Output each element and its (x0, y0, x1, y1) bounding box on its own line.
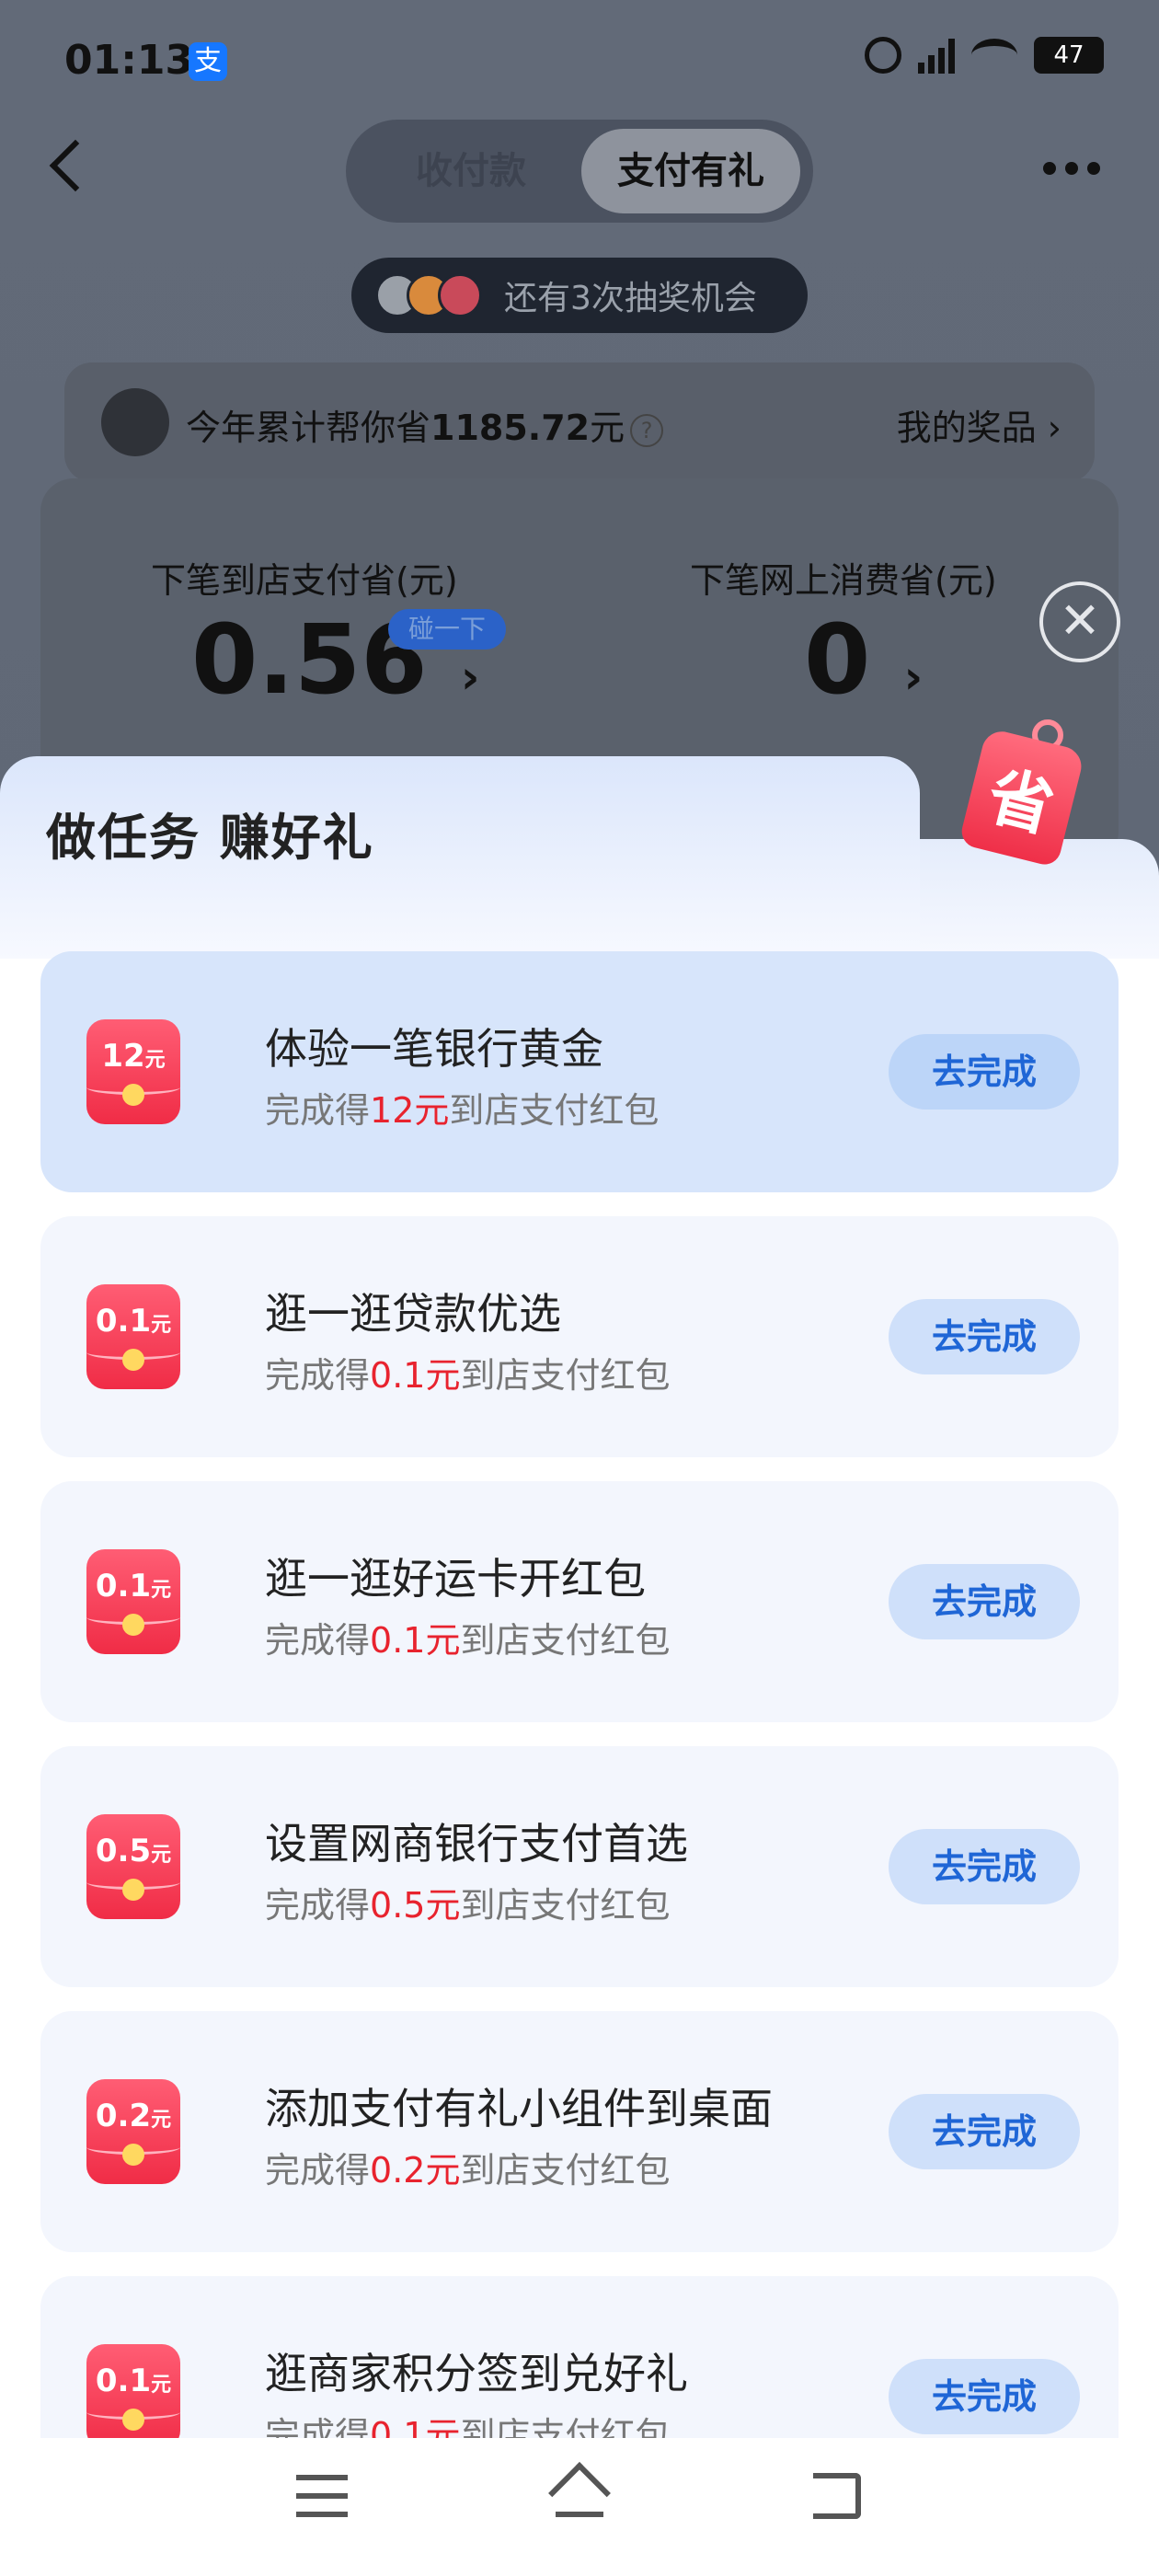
red-packet-icon: 0.5元 (86, 1814, 180, 1919)
tab-pay-rewards[interactable]: 支付有礼 (581, 129, 800, 213)
reward-amount: 12元 (370, 1090, 450, 1131)
reward-amount: 0.2元 (370, 2150, 461, 2191)
reward-amount: 0.5元 (370, 1885, 461, 1926)
task-reward-text: 完成得0.5元到店支付红包 (265, 1877, 670, 1927)
reward-prefix: 完成得 (265, 1620, 371, 1661)
tag-body: 省 (958, 727, 1086, 868)
reward-prefix: 完成得 (265, 1090, 371, 1131)
battery-icon: 47 (1034, 37, 1104, 74)
go-complete-button[interactable]: 去完成 (889, 1564, 1080, 1639)
badge-number: 0.1 (95, 1568, 152, 1604)
badge-number: 12 (101, 1038, 145, 1075)
reward-prefix: 完成得 (265, 2150, 371, 2191)
tab-receive-pay[interactable]: 收付款 (362, 129, 580, 213)
go-complete-button[interactable]: 去完成 (889, 2359, 1080, 2434)
task-card[interactable]: 0.2元 添加支付有礼小组件到桌面 完成得0.2元到店支付红包 去完成 (40, 2011, 1119, 2252)
badge-number: 0.2 (95, 2098, 152, 2134)
badge-unit: 元 (151, 1579, 172, 1602)
reward-suffix: 到店支付红包 (460, 1355, 671, 1396)
task-sheet: 做任务 赚好礼 省 12元 体验一笔银行黄金 完成得12元到店支付红包 去完成 … (0, 719, 1159, 2576)
badge-number: 0.5 (95, 1833, 152, 1869)
status-bar: 01:13 支 47 (0, 0, 1159, 120)
reward-prefix: 完成得 (265, 1885, 371, 1926)
task-title: 体验一笔银行黄金 (265, 1024, 603, 1074)
task-title: 逛一逛好运卡开红包 (265, 1554, 646, 1604)
task-title: 设置网商银行支付首选 (265, 1819, 688, 1869)
badge-unit: 元 (151, 1844, 172, 1867)
savings-text: 今年累计帮你省1185.72元? (186, 399, 664, 450)
badge-unit: 元 (151, 2109, 172, 2132)
close-icon[interactable]: ✕ (1039, 581, 1120, 662)
task-title: 逛商家积分签到兑好礼 (265, 2349, 688, 2398)
task-title: 逛一逛贷款优选 (265, 1289, 561, 1339)
store-savings-label: 下笔到店支付省(元) (151, 560, 458, 601)
task-card[interactable]: 0.5元 设置网商银行支付首选 完成得0.5元到店支付红包 去完成 (40, 1746, 1119, 1987)
tap-badge: 碰一下 (388, 609, 506, 650)
back-nav-icon[interactable] (813, 2473, 861, 2519)
red-packet-icon: 0.1元 (86, 2344, 180, 2449)
go-complete-button[interactable]: 去完成 (889, 1034, 1080, 1110)
go-complete-button[interactable]: 去完成 (889, 1829, 1080, 1904)
savings-prefix: 今年累计帮你省 (186, 408, 431, 448)
help-icon[interactable]: ? (630, 413, 664, 447)
alipay-icon: 支 (189, 42, 227, 81)
avatar (101, 388, 169, 456)
chevron-right-icon: › (903, 650, 924, 704)
badge-number: 0.1 (95, 1303, 152, 1340)
status-icons: 47 (865, 37, 1104, 74)
tab-switcher: 收付款 支付有礼 (346, 120, 813, 223)
badge-number: 0.1 (95, 2363, 152, 2399)
task-title: 添加支付有礼小组件到桌面 (265, 2084, 773, 2133)
reward-suffix: 到店支付红包 (460, 1885, 671, 1926)
reward-suffix: 到店支付红包 (460, 1620, 671, 1661)
task-card[interactable]: 0.1元 逛一逛贷款优选 完成得0.1元到店支付红包 去完成 (40, 1216, 1119, 1457)
badge-unit: 元 (151, 2374, 172, 2397)
online-savings-label: 下笔网上消费省(元) (690, 560, 997, 601)
red-packet-icon: 12元 (86, 1019, 180, 1124)
lottery-chances-pill[interactable]: 还有3次抽奖机会 (351, 258, 808, 333)
red-packet-icon: 0.1元 (86, 1549, 180, 1654)
red-packet-icon: 0.2元 (86, 2079, 180, 2184)
menu-icon[interactable] (296, 2475, 348, 2517)
online-savings-value[interactable]: 0 › (804, 604, 923, 716)
task-reward-text: 完成得0.1元到店支付红包 (265, 1612, 670, 1662)
chevron-right-icon: › (460, 650, 480, 704)
prize-thumb-icon (438, 273, 482, 317)
more-icon[interactable] (1043, 162, 1100, 175)
reward-prefix: 完成得 (265, 1355, 371, 1396)
savings-unit: 元 (590, 408, 625, 448)
red-packet-icon: 0.1元 (86, 1284, 180, 1389)
lottery-text: 还有3次抽奖机会 (504, 280, 757, 317)
go-complete-button[interactable]: 去完成 (889, 1299, 1080, 1374)
task-card[interactable]: 0.1元 逛一逛好运卡开红包 完成得0.1元到店支付红包 去完成 (40, 1481, 1119, 1722)
system-nav-bar (0, 2438, 1159, 2576)
reward-suffix: 到店支付红包 (449, 1090, 660, 1131)
save-tag-icon: 省 (958, 719, 1091, 868)
badge-unit: 元 (144, 1049, 166, 1072)
status-time: 01:13 (64, 37, 194, 84)
go-complete-button[interactable]: 去完成 (889, 2094, 1080, 2169)
badge-unit: 元 (151, 1314, 172, 1337)
signal-icon (918, 37, 955, 74)
task-card[interactable]: 12元 体验一笔银行黄金 完成得12元到店支付红包 去完成 (40, 951, 1119, 1192)
sheet-title: 做任务 赚好礼 (46, 809, 374, 867)
alarm-icon (865, 37, 901, 74)
reward-amount: 0.1元 (370, 1355, 461, 1396)
my-prizes-link[interactable]: 我的奖品 › (897, 399, 1061, 450)
wifi-icon (971, 39, 1017, 72)
task-reward-text: 完成得12元到店支付红包 (265, 1082, 659, 1133)
sheet-header: 做任务 赚好礼 省 (0, 719, 1159, 959)
reward-suffix: 到店支付红包 (460, 2150, 671, 2191)
task-reward-text: 完成得0.1元到店支付红包 (265, 1347, 670, 1397)
task-reward-text: 完成得0.2元到店支付红包 (265, 2142, 670, 2192)
savings-summary-bar: 今年累计帮你省1185.72元? 我的奖品 › (64, 362, 1095, 482)
savings-amount: 1185.72 (430, 408, 591, 448)
reward-amount: 0.1元 (370, 1620, 461, 1661)
home-icon[interactable] (548, 2462, 611, 2524)
online-savings-number: 0 (804, 604, 871, 716)
